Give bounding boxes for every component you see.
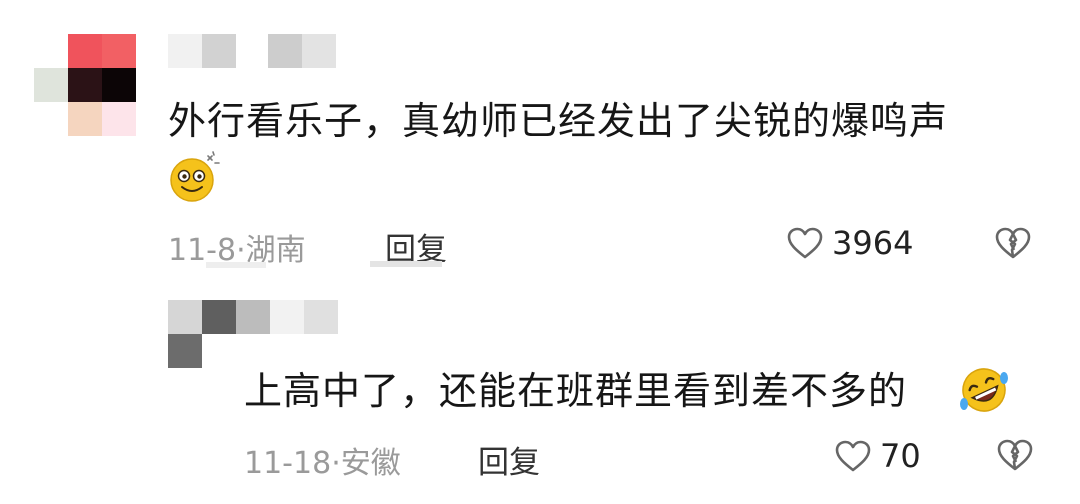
comment-meta: 11-18·安徽 bbox=[244, 438, 401, 482]
comment-text: 外行看乐子，真幼师已经发出了尖锐的爆鸣声 bbox=[168, 99, 949, 143]
username-censored[interactable] bbox=[168, 34, 338, 68]
like-button[interactable]: 3964 bbox=[786, 224, 913, 262]
mosaic-strip bbox=[206, 262, 266, 268]
avatar[interactable] bbox=[168, 300, 368, 370]
comment-date: 11-18 bbox=[244, 446, 332, 481]
comment-text: 上高中了，还能在班群里看到差不多的 bbox=[244, 369, 908, 413]
broken-heart-icon[interactable] bbox=[994, 226, 1032, 260]
heart-outline-icon bbox=[786, 226, 824, 260]
dizzy-face-emoji-icon bbox=[168, 150, 222, 204]
meta-separator: · bbox=[331, 446, 341, 481]
like-button[interactable]: 70 bbox=[834, 437, 921, 475]
rolling-laughing-emoji-icon bbox=[956, 364, 1012, 416]
like-count: 3964 bbox=[832, 224, 914, 262]
comment-location: 安徽 bbox=[340, 446, 401, 481]
heart-outline-icon bbox=[834, 439, 872, 473]
reply-button[interactable]: 回复 bbox=[478, 437, 540, 482]
broken-heart-icon[interactable] bbox=[996, 438, 1034, 472]
like-count: 70 bbox=[880, 437, 921, 475]
mosaic-strip bbox=[370, 261, 442, 267]
avatar[interactable] bbox=[34, 34, 136, 136]
